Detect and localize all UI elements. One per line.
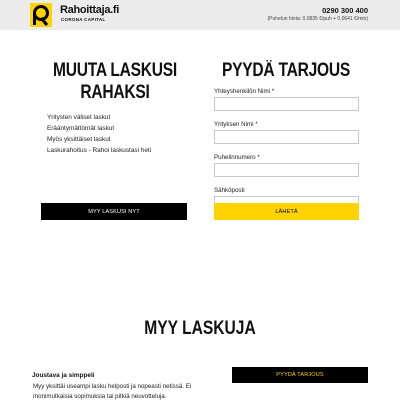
quote-form: Yhteyshenkilön Nimi * Yrityksen Nimi * P… <box>214 88 359 220</box>
logo-name: Rahoittaja.fi <box>60 4 120 16</box>
feature-text-line: monimutkaisia sopimuksia tai pitkiä neuv… <box>33 393 167 400</box>
rahoittaja-logo-icon <box>30 3 52 27</box>
sell-invoices-heading: MUUTA LASKUSI RAHAKSI <box>52 60 178 103</box>
call-price-note: (Puhelun hinta: 0,0835 €/puh + 0,0641 €/… <box>267 16 369 22</box>
feature-block: Joustava ja simppeli Myy yksittäi useamp… <box>32 371 212 400</box>
phone-number-link[interactable]: 0290 300 400 <box>322 6 368 15</box>
list-item: Myös yksittäiset laskut <box>47 136 111 143</box>
contact-name-label: Yhteyshenkilön Nimi * <box>214 88 275 95</box>
phone-field-group: Puhelinnumero * <box>214 154 359 177</box>
list-item: Laskurahoitus - Rahoi laskustasi heti <box>47 147 152 154</box>
feature-text-line: Myy yksittäi useampi lasku helposti ja n… <box>33 383 192 390</box>
list-item: Yritysten väliset laskut <box>47 114 111 121</box>
company-name-label: Yrityksen Nimi * <box>214 121 258 128</box>
phone-input[interactable] <box>214 163 359 177</box>
email-label: Sähköposti <box>214 187 245 194</box>
submit-quote-button[interactable]: LÄHETÄ <box>214 203 359 220</box>
request-quote-heading: PYYDÄ TARJOUS <box>221 60 351 81</box>
list-item: Erääntymättömät laskut <box>47 125 115 132</box>
logo-subtitle: CORONA CAPITAL <box>61 17 106 22</box>
benefits-list: Yritysten väliset laskut Erääntymättömät… <box>47 112 151 156</box>
sell-invoices-section-title: MYY LASKUJA <box>144 318 256 339</box>
feature-title: Joustava ja simppeli <box>32 372 95 379</box>
company-name-field-group: Yrityksen Nimi * <box>214 121 359 144</box>
request-quote-button[interactable]: PYYDÄ TARJOUS <box>232 367 368 383</box>
company-name-input[interactable] <box>214 130 359 144</box>
logo[interactable]: Rahoittaja.fi CORONA CAPITAL <box>30 3 140 27</box>
feature-text: Myy yksittäi useampi lasku helposti ja n… <box>32 382 212 400</box>
sell-invoices-button[interactable]: MYY LASKUSI NYT <box>41 203 187 220</box>
phone-label: Puhelinnumero * <box>214 154 260 161</box>
contact-name-field-group: Yhteyshenkilön Nimi * <box>214 88 359 111</box>
contact-name-input[interactable] <box>214 97 359 111</box>
site-header: Rahoittaja.fi CORONA CAPITAL 0290 300 40… <box>0 0 400 30</box>
